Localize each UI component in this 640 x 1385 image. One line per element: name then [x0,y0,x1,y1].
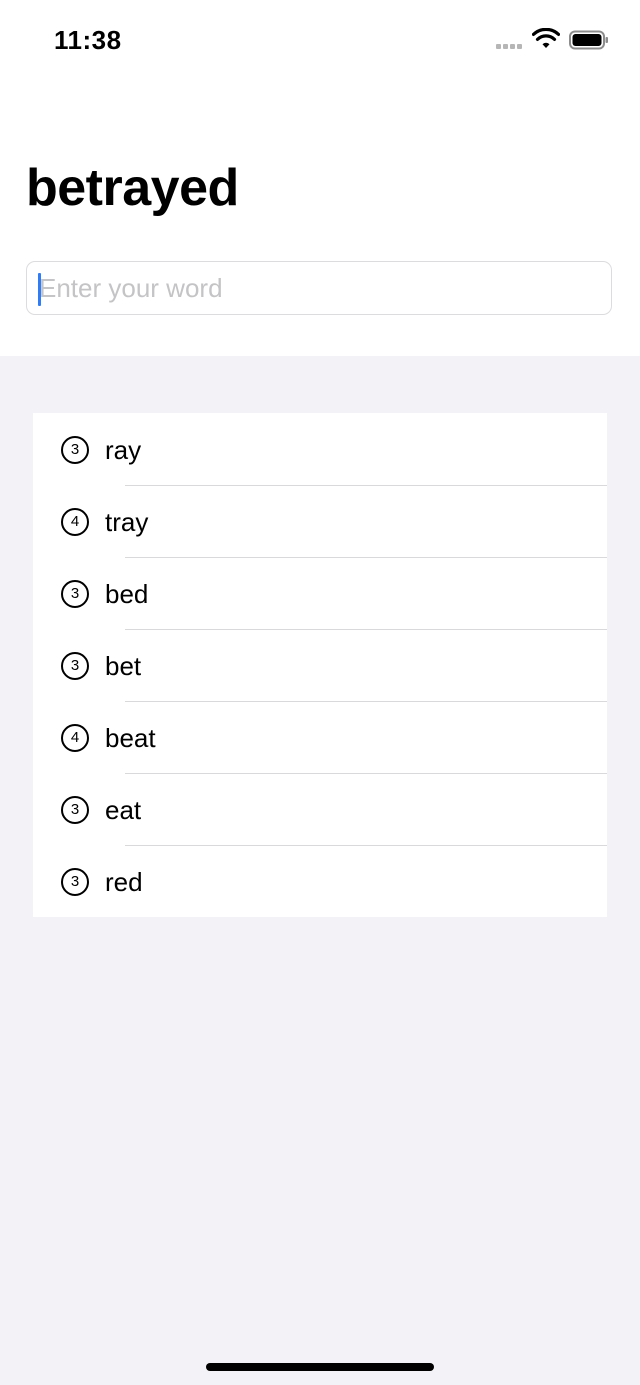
battery-icon [569,30,608,50]
list-item[interactable]: 3 bed [33,557,607,629]
list-item[interactable]: 4 beat [33,701,607,773]
wifi-icon [532,28,560,48]
score-badge: 4 [61,508,89,536]
score-badge: 3 [61,796,89,824]
page-title: betrayed [26,159,239,217]
word-text: eat [105,795,142,825]
list-item[interactable]: 3 ray [33,413,607,485]
list-item[interactable]: 3 red [33,845,607,917]
word-text: beat [105,723,156,753]
word-text: ray [105,435,142,465]
text-caret [38,273,41,306]
word-list: 3 ray 4 tray 3 bed 3 bet 4 beat 3 eat 3 … [33,413,607,917]
header-area: 11:38 betrayed [0,0,640,356]
status-time: 11:38 [54,25,122,55]
word-input-container[interactable] [26,261,612,315]
score-badge: 3 [61,868,89,896]
word-input[interactable] [39,262,599,314]
status-bar: 11:38 [0,0,640,80]
list-item[interactable]: 3 bet [33,629,607,701]
list-item[interactable]: 3 eat [33,773,607,845]
cellular-signal-icon [496,44,524,50]
home-indicator[interactable] [206,1363,434,1371]
word-text: red [105,867,143,897]
score-badge: 4 [61,724,89,752]
word-text: bed [105,579,149,609]
score-badge: 3 [61,436,89,464]
score-badge: 3 [61,580,89,608]
score-badge: 3 [61,652,89,680]
word-text: bet [105,651,142,681]
word-text: tray [105,507,149,537]
list-item[interactable]: 4 tray [33,485,607,557]
